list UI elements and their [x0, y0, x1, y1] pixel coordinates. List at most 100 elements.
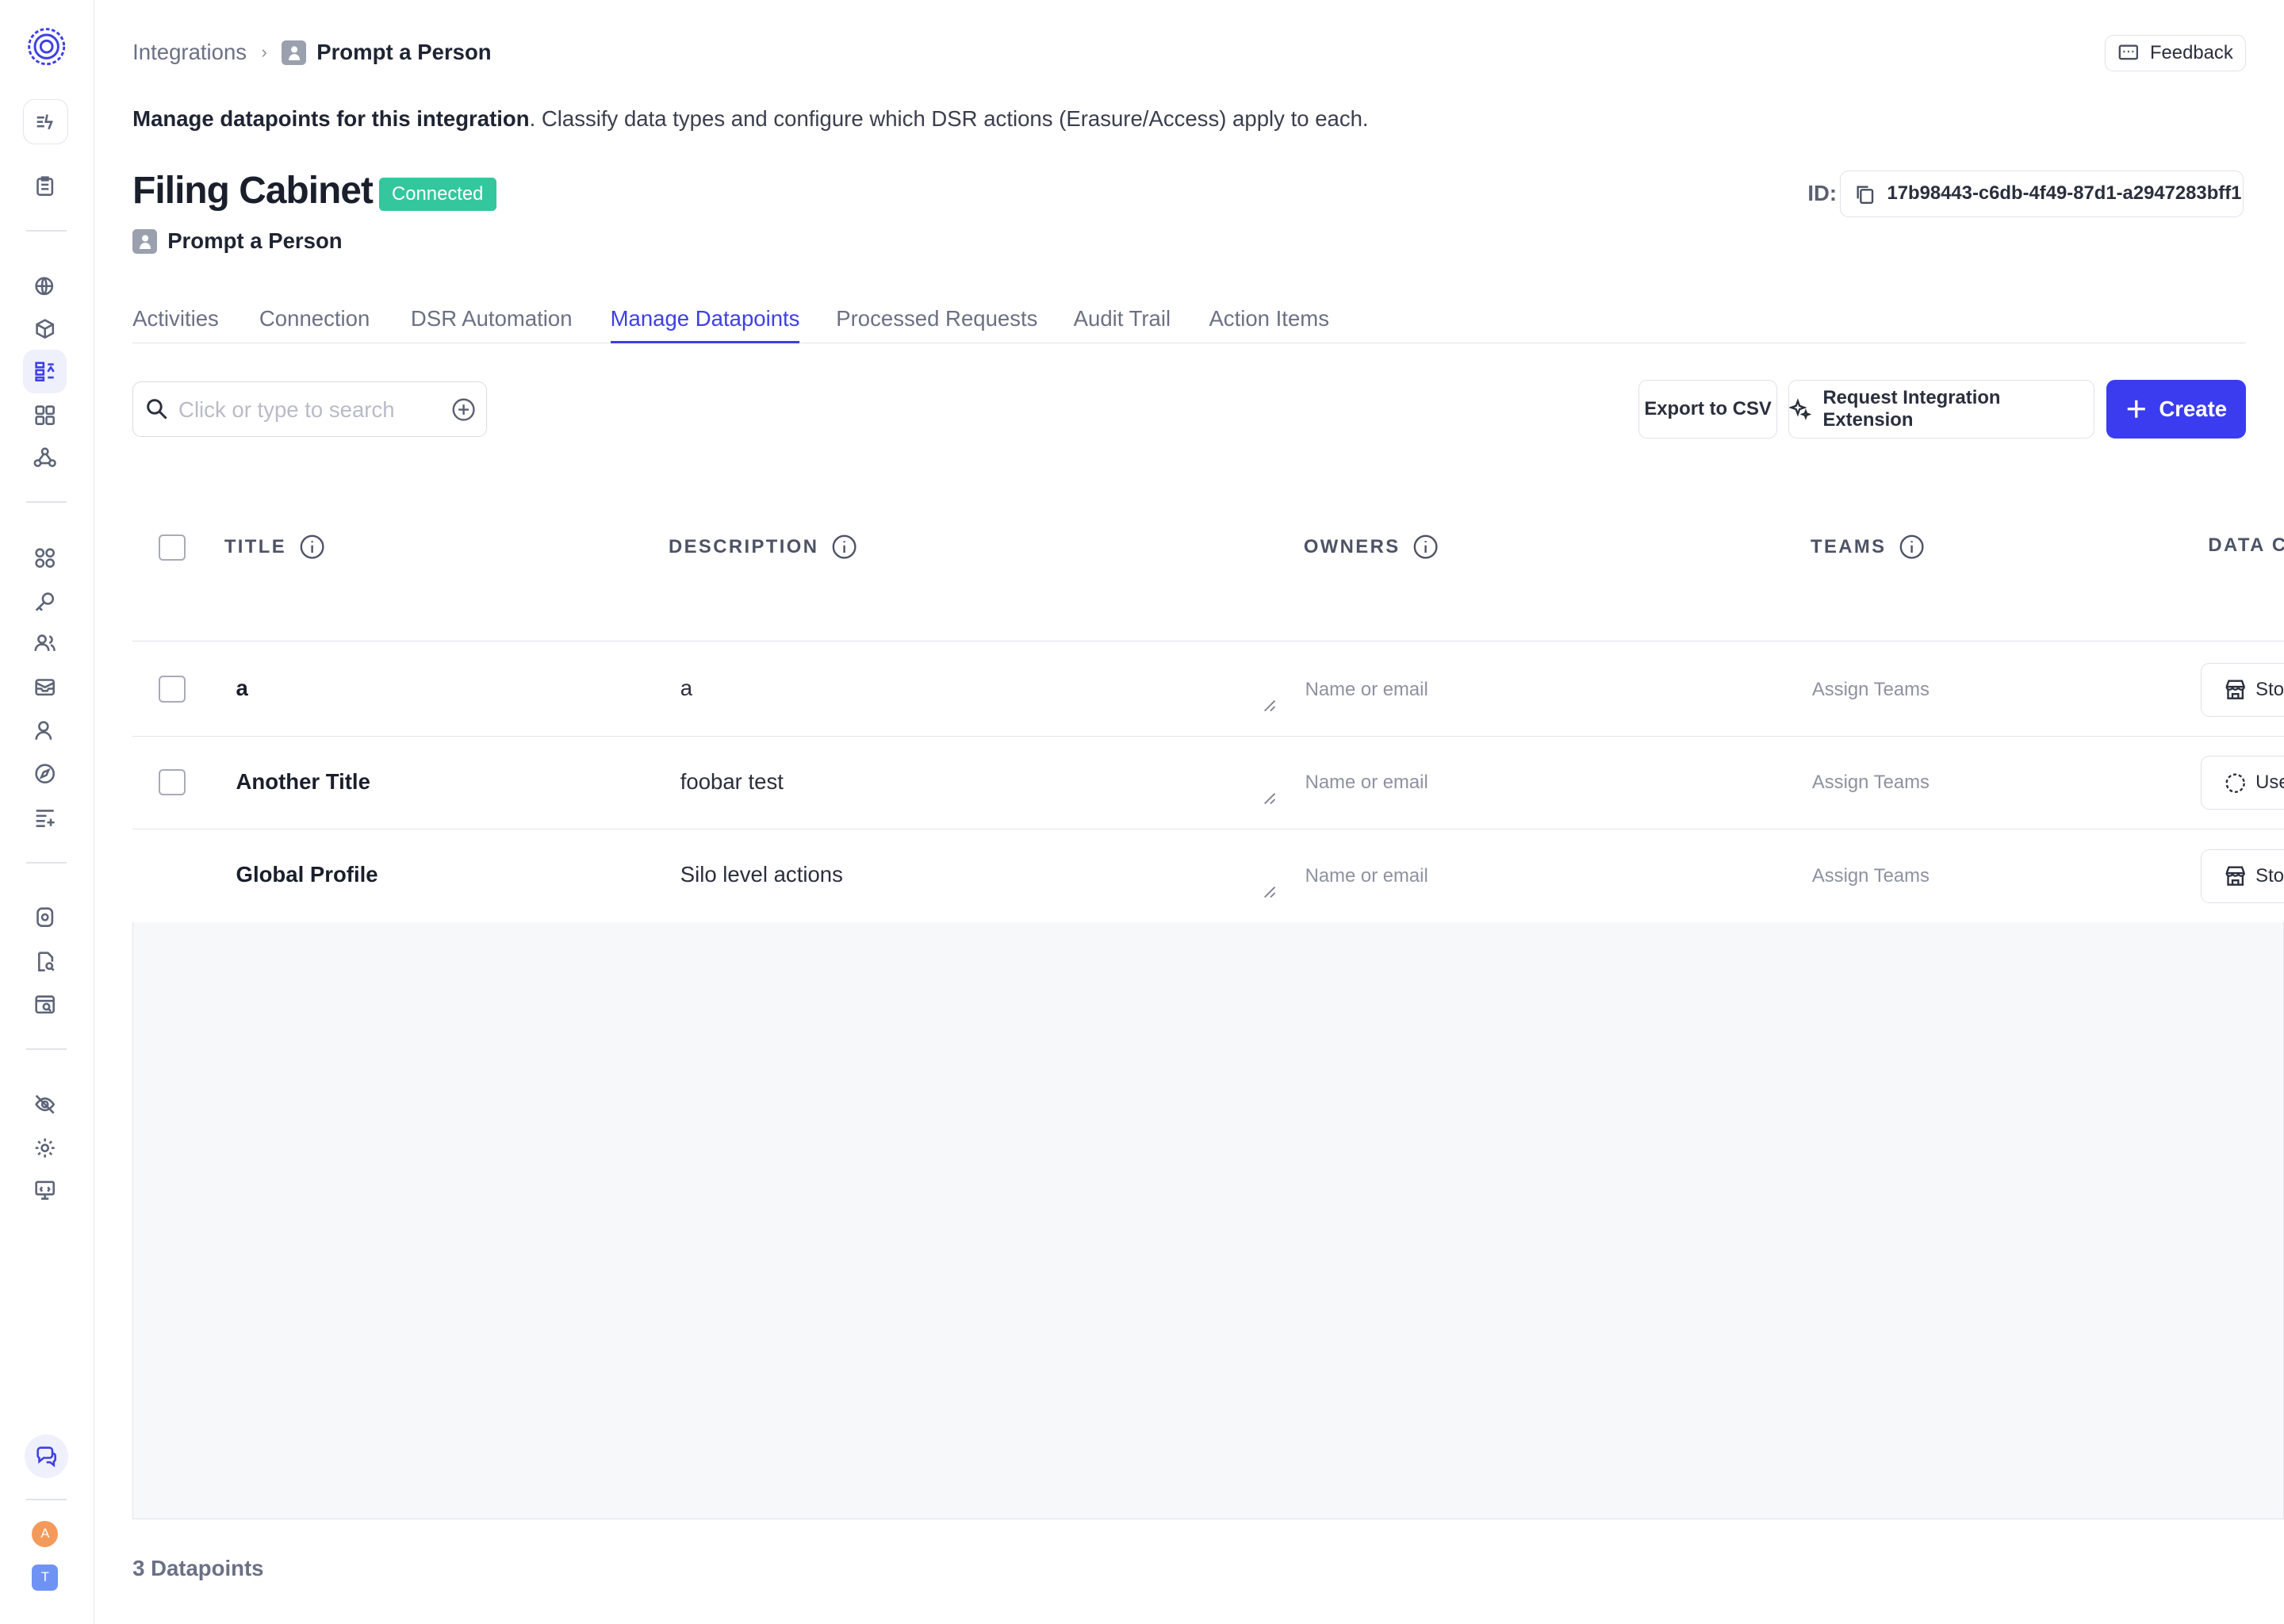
row-description[interactable]: a — [680, 676, 692, 701]
key-icon[interactable] — [23, 580, 67, 623]
sidebar: A T — [0, 0, 94, 1624]
document-scan-icon[interactable] — [23, 896, 67, 940]
transcend-logo-icon[interactable] — [26, 26, 67, 67]
info-icon[interactable] — [832, 534, 856, 559]
eye-off-icon[interactable] — [23, 1082, 67, 1126]
table-row[interactable]: a a Name or email Assign Teams Sto — [132, 642, 2284, 737]
page-title: Filing Cabinet — [132, 170, 374, 213]
cube-icon[interactable] — [23, 308, 67, 351]
tab-action-items[interactable]: Action Items — [1209, 306, 1329, 331]
integration-subtitle: Prompt a Person — [132, 228, 343, 254]
column-title-label: TITLE — [224, 535, 287, 557]
create-label: Create — [2159, 396, 2228, 422]
clipboard-icon[interactable] — [23, 165, 67, 209]
tab-manage-datapoints[interactable]: Manage Datapoints — [610, 306, 800, 345]
resize-handle-icon[interactable] — [1262, 791, 1276, 805]
search-box — [132, 381, 487, 438]
info-icon[interactable] — [1413, 534, 1438, 559]
column-title[interactable]: TITLE — [224, 534, 324, 559]
page-description: Manage datapoints for this integration. … — [132, 106, 1368, 132]
owners-input[interactable]: Name or email — [1305, 772, 1428, 794]
network-icon[interactable] — [23, 435, 67, 479]
tab-activities[interactable]: Activities — [132, 306, 219, 331]
table-row[interactable]: Global Profile Silo level actions Name o… — [132, 829, 2284, 923]
row-title[interactable]: a — [236, 676, 248, 701]
data-category-label: Sto — [2255, 678, 2284, 700]
plus-icon — [2127, 400, 2145, 419]
compass-icon[interactable] — [23, 752, 67, 795]
request-extension-label: Request Integration Extension — [1822, 387, 2001, 431]
tab-processed-requests[interactable]: Processed Requests — [836, 306, 1037, 331]
grid-icon[interactable] — [23, 393, 67, 437]
copy-id-button[interactable]: 17b98443-c6db-4f49-87d1-a2947283bff1 — [1839, 170, 2244, 217]
column-description[interactable]: DESCRIPTION — [669, 534, 856, 559]
teams-input[interactable]: Assign Teams — [1812, 865, 1930, 887]
integrations-icon[interactable] — [23, 349, 67, 393]
file-search-icon[interactable] — [23, 940, 67, 983]
browser-search-icon[interactable] — [23, 983, 67, 1027]
data-category-select[interactable]: Sto — [2201, 848, 2284, 903]
export-csv-button[interactable]: Export to CSV — [1638, 380, 1777, 439]
owners-input[interactable]: Name or email — [1305, 865, 1428, 887]
apps-icon[interactable] — [23, 536, 67, 580]
id-label: ID: — [1807, 180, 1838, 205]
breadcrumb: Integrations › Prompt a Person — [132, 38, 492, 67]
tab-connection[interactable]: Connection — [259, 306, 370, 331]
row-title[interactable]: Another Title — [236, 769, 370, 795]
create-button[interactable]: Create — [2106, 380, 2247, 439]
store-icon — [2225, 680, 2245, 699]
row-checkbox[interactable] — [159, 768, 186, 796]
person-icon — [282, 40, 307, 65]
breadcrumb-integrations-link[interactable]: Integrations — [132, 40, 247, 65]
workspace-avatar[interactable]: T — [32, 1564, 59, 1591]
data-category-select[interactable]: Sto — [2201, 662, 2284, 717]
users-icon[interactable] — [23, 622, 67, 665]
data-category-select[interactable]: Use — [2201, 756, 2284, 810]
tab-dsr-automation[interactable]: DSR Automation — [411, 306, 573, 331]
column-owners-label: OWNERS — [1303, 535, 1401, 557]
resize-handle-icon[interactable] — [1262, 698, 1276, 712]
column-teams-label: TEAMS — [1811, 535, 1887, 557]
inbox-icon[interactable] — [23, 665, 67, 709]
chat-support-icon[interactable] — [25, 1434, 69, 1479]
export-csv-label: Export to CSV — [1644, 398, 1772, 420]
page-description-rest: . Classify data types and configure whic… — [529, 106, 1369, 132]
message-icon — [2118, 44, 2138, 60]
info-icon[interactable] — [300, 534, 324, 559]
globe-icon[interactable] — [23, 265, 67, 308]
sparkle-icon — [1789, 398, 1811, 420]
datapoint-count: 3 Datapoints — [132, 1555, 264, 1580]
request-integration-extension-button[interactable]: Request Integration Extension — [1788, 380, 2095, 439]
column-owners[interactable]: OWNERS — [1304, 534, 1438, 559]
info-icon[interactable] — [1899, 534, 1924, 559]
user-icon[interactable] — [23, 709, 67, 753]
row-title[interactable]: Global Profile — [236, 862, 378, 887]
table-row[interactable]: Another Title foobar test Name or email … — [132, 736, 2284, 830]
breadcrumb-current: Prompt a Person — [316, 40, 492, 65]
collapse-sidebar-icon[interactable] — [23, 98, 69, 144]
teams-input[interactable]: Assign Teams — [1812, 772, 1930, 794]
list-star-icon[interactable] — [23, 795, 67, 839]
select-all-checkbox[interactable] — [159, 534, 186, 561]
tab-audit-trail[interactable]: Audit Trail — [1074, 306, 1171, 331]
row-checkbox[interactable] — [159, 676, 186, 703]
column-description-label: DESCRIPTION — [669, 535, 819, 557]
search-input[interactable] — [175, 393, 444, 427]
table-header: TITLE DESCRIPTION OWNERS TEAMS DATA CO — [132, 488, 2284, 642]
resize-handle-icon[interactable] — [1262, 884, 1276, 898]
integration-name: Prompt a Person — [167, 228, 343, 254]
add-filter-icon[interactable] — [451, 397, 476, 422]
row-description[interactable]: Silo level actions — [680, 862, 843, 887]
column-data-category[interactable]: DATA CO — [2208, 534, 2284, 557]
teams-input[interactable]: Assign Teams — [1812, 679, 1930, 701]
owners-input[interactable]: Name or email — [1305, 679, 1428, 701]
row-description[interactable]: foobar test — [680, 769, 784, 795]
presentation-icon[interactable] — [23, 1168, 67, 1212]
avatar[interactable]: A — [32, 1520, 59, 1547]
column-teams[interactable]: TEAMS — [1811, 534, 1924, 559]
search-icon — [147, 398, 167, 419]
feedback-button[interactable]: Feedback — [2105, 35, 2247, 72]
gear-icon[interactable] — [23, 1126, 67, 1170]
dashed-circle-icon — [2225, 773, 2245, 793]
column-data-category-label: DATA CO — [2208, 534, 2284, 557]
